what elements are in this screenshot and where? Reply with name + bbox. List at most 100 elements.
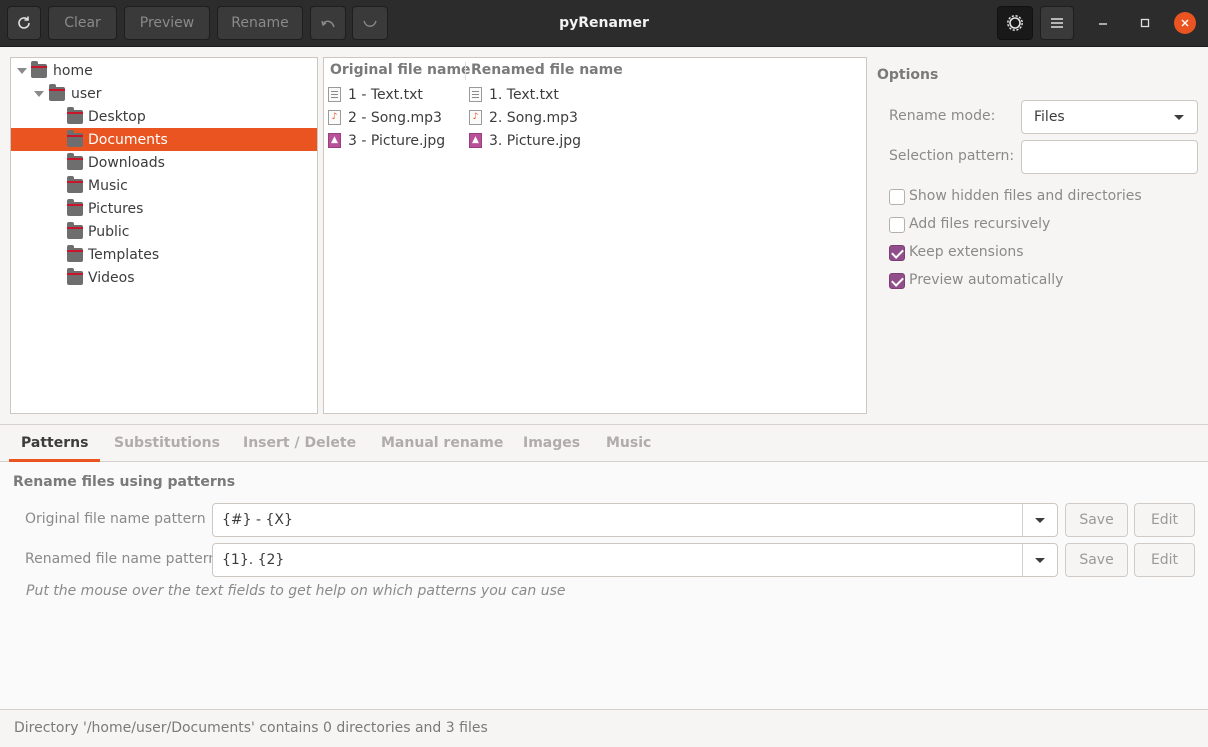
options-heading: Options [877,67,939,83]
undo-icon [321,20,335,28]
renamed-file-name: 2. Song.mp3 [489,109,578,126]
tree-item-label: Pictures [88,200,144,217]
renamed-file-name: 1. Text.txt [489,86,559,103]
renamed-pattern-value: {1}. {2} [222,552,285,568]
close-button[interactable] [1174,12,1196,34]
tree-item-label: Desktop [88,108,146,125]
patterns-hint: Put the mouse over the text fields to ge… [26,583,566,599]
tree-item-label: Documents [88,131,168,148]
column-header-original[interactable]: Original file name [330,58,471,82]
tree-item-label: Templates [88,246,160,263]
renamed-pattern-combo[interactable]: {1}. {2} [212,543,1058,577]
show-hidden-checkbox[interactable] [889,189,905,205]
tree-item-music[interactable]: Music [11,174,317,197]
folder-icon [67,107,83,124]
chevron-down-icon[interactable] [1035,558,1045,563]
show-hidden-label[interactable]: Show hidden files and directories [909,188,1142,204]
tree-item-label: Downloads [88,154,165,171]
add-recursive-label[interactable]: Add files recursively [909,216,1050,232]
tree-item-home[interactable]: home [11,59,317,82]
text-file-icon [469,87,482,102]
close-icon [1181,19,1189,27]
original-file-name: 2 - Song.mp3 [348,109,442,126]
gear-icon [1007,15,1023,31]
directory-tree[interactable]: home user Desktop Documents Downloads Mu… [10,57,318,414]
maximize-button[interactable] [1134,12,1156,34]
file-row-renamed[interactable]: ▲ 3. Picture.jpg [469,129,581,152]
keep-extensions-checkbox[interactable] [889,245,905,261]
tab-manual-rename[interactable]: Manual rename [381,425,503,462]
tree-item-pictures[interactable]: Pictures [11,197,317,220]
image-file-icon: ▲ [328,133,341,148]
folder-icon [67,153,83,170]
tab-music[interactable]: Music [606,425,651,462]
tree-item-videos[interactable]: Videos [11,266,317,289]
original-pattern-combo[interactable]: {#} - {X} [212,503,1058,537]
expander-arrow-icon[interactable] [17,68,27,74]
tab-patterns[interactable]: Patterns [9,425,101,462]
tree-item-templates[interactable]: Templates [11,243,317,266]
folder-icon [67,245,83,262]
column-divider [465,62,466,80]
tab-images[interactable]: Images [523,425,580,462]
preview-automatically-label[interactable]: Preview automatically [909,272,1063,288]
rename-mode-label: Rename mode: [889,108,996,124]
refresh-button[interactable] [7,6,41,40]
redo-button[interactable] [352,6,388,40]
original-file-name: 3 - Picture.jpg [348,132,446,149]
menu-button[interactable] [1040,6,1074,40]
file-row-original[interactable]: 1 - Text.txt [328,83,423,106]
settings-toggle-button[interactable] [997,6,1033,40]
undo-button[interactable] [310,6,346,40]
header-bar: Clear Preview Rename pyRenamer [0,0,1208,47]
text-file-icon [328,87,341,102]
minimize-icon [1099,23,1107,25]
tab-substitutions[interactable]: Substitutions [114,425,220,462]
original-pattern-label: Original file name pattern [25,511,206,527]
folder-icon [67,222,83,239]
folder-icon [67,268,83,285]
combo-divider [1022,504,1023,536]
file-row-original[interactable]: ▲ 3 - Picture.jpg [328,129,445,152]
keep-extensions-label[interactable]: Keep extensions [909,244,1024,260]
preview-button[interactable]: Preview [124,6,210,40]
renamed-file-name: 3. Picture.jpg [489,132,582,149]
tree-item-documents[interactable]: Documents [11,128,317,151]
patterns-panel: Rename files using patterns Original fil… [0,462,1208,710]
rename-mode-select[interactable]: Files [1021,100,1198,134]
file-list[interactable]: Original file name Renamed file name 1 -… [323,57,867,414]
expander-arrow-icon[interactable] [34,91,44,97]
save-renamed-pattern-button[interactable]: Save [1065,543,1128,577]
folder-icon [31,61,47,78]
edit-original-pattern-button[interactable]: Edit [1134,503,1195,537]
original-pattern-value: {#} - {X} [222,512,293,528]
tree-item-downloads[interactable]: Downloads [11,151,317,174]
patterns-heading: Rename files using patterns [13,474,236,490]
column-header-renamed[interactable]: Renamed file name [471,58,623,82]
minimize-button[interactable] [1092,12,1114,34]
add-recursive-checkbox[interactable] [889,217,905,233]
selection-pattern-input[interactable] [1021,140,1198,174]
edit-renamed-pattern-button[interactable]: Edit [1134,543,1195,577]
combo-divider [1022,544,1023,576]
preview-automatically-checkbox[interactable] [889,273,905,289]
tree-item-label: Music [88,177,128,194]
chevron-down-icon [1174,115,1184,120]
chevron-down-icon[interactable] [1035,518,1045,523]
file-row-renamed[interactable]: ♪ 2. Song.mp3 [469,106,578,129]
tab-bar: Patterns Substitutions Insert / Delete M… [0,424,1208,462]
save-original-pattern-button[interactable]: Save [1065,503,1128,537]
file-row-renamed[interactable]: 1. Text.txt [469,83,559,106]
file-row-original[interactable]: ♪ 2 - Song.mp3 [328,106,442,129]
status-bar: Directory '/home/user/Documents' contain… [14,720,488,736]
tree-item-public[interactable]: Public [11,220,317,243]
audio-file-icon: ♪ [469,110,482,125]
folder-icon [67,176,83,193]
tree-item-label: user [71,85,102,102]
tree-item-desktop[interactable]: Desktop [11,105,317,128]
tab-insert-delete[interactable]: Insert / Delete [243,425,356,462]
rename-mode-value: Files [1034,109,1065,125]
rename-button[interactable]: Rename [217,6,303,40]
tree-item-user[interactable]: user [11,82,317,105]
clear-button[interactable]: Clear [48,6,117,40]
